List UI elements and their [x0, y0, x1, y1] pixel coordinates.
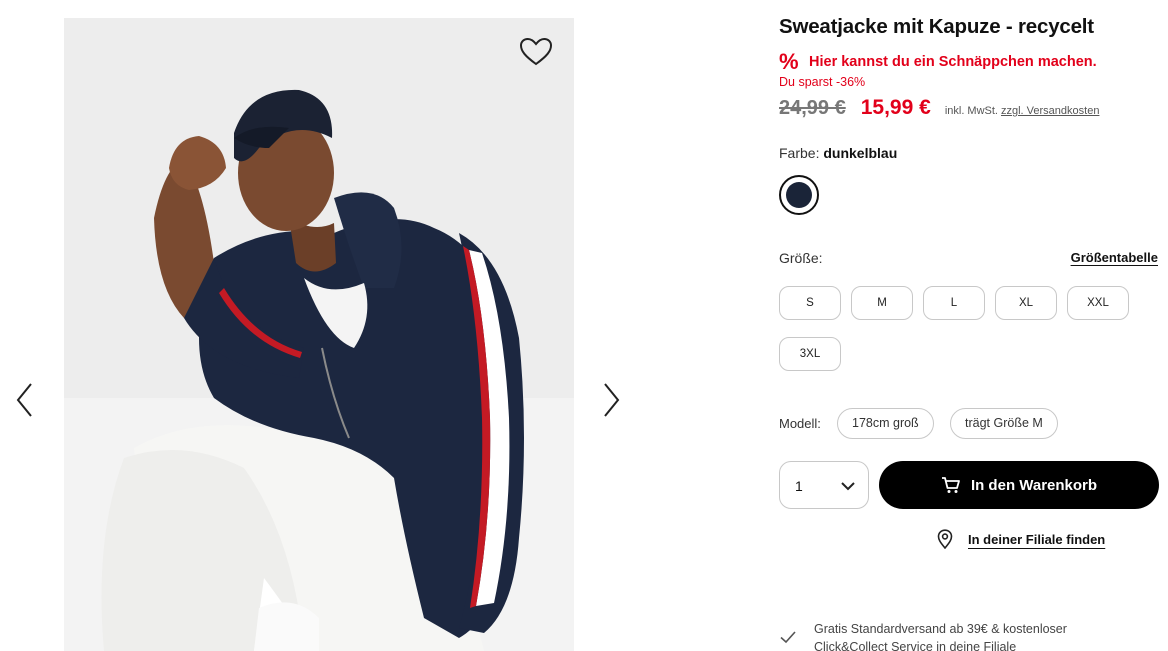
quantity-select[interactable]: 1: [779, 461, 869, 509]
price-row: 24,99 € 15,99 € inkl. MwSt. zzgl. Versan…: [779, 96, 1099, 120]
cart-icon: [941, 477, 960, 493]
add-to-cart-label: In den Warenkorb: [970, 476, 1098, 494]
size-button-xxl[interactable]: XXL: [1067, 286, 1129, 320]
deal-text: Hier kannst du ein Schnäppchen machen.: [809, 54, 1097, 70]
deal-banner: % Hier kannst du ein Schnäppchen machen.: [779, 51, 1097, 73]
find-in-store-link[interactable]: In deiner Filiale finden: [935, 529, 1105, 549]
color-swatch-dunkelblau[interactable]: [779, 175, 819, 215]
savings-text: Du sparst -36%: [779, 75, 866, 89]
quantity-value: 1: [795, 478, 803, 494]
product-image[interactable]: [64, 18, 574, 651]
size-button-3xl[interactable]: 3XL: [779, 337, 841, 371]
color-value: dunkelblau: [823, 145, 898, 161]
model-height-chip: 178cm groß: [837, 408, 934, 439]
product-info-panel: Sweatjacke mit Kapuze - recycelt % Hier …: [779, 0, 1161, 651]
tax-note: inkl. MwSt.: [944, 105, 998, 117]
product-title: Sweatjacke mit Kapuze - recycelt: [779, 15, 1094, 38]
chevron-right-icon[interactable]: [598, 380, 624, 420]
color-label-row: Farbe: dunkelblau: [779, 145, 897, 161]
size-label: Größe:: [779, 250, 823, 266]
chevron-left-icon[interactable]: [12, 380, 38, 420]
add-to-cart-button[interactable]: In den Warenkorb: [879, 461, 1159, 509]
size-button-s[interactable]: S: [779, 286, 841, 320]
sale-price: 15,99 €: [860, 96, 931, 119]
model-label: Modell:: [779, 416, 821, 431]
size-button-l[interactable]: L: [923, 286, 985, 320]
model-size-chip: trägt Größe M: [950, 408, 1058, 439]
chevron-down-icon: [841, 482, 855, 491]
heart-icon[interactable]: [519, 36, 553, 68]
shipping-info: Gratis Standardversand ab 39€ & kostenlo…: [779, 620, 1084, 651]
percent-icon: %: [779, 49, 799, 74]
size-chart-link[interactable]: Größentabelle: [1071, 250, 1158, 265]
old-price: 24,99 €: [779, 97, 846, 119]
location-pin-icon: [937, 529, 953, 549]
model-photo-illustration: [64, 18, 574, 651]
size-button-m[interactable]: M: [851, 286, 913, 320]
color-label: Farbe:: [779, 145, 820, 161]
shipping-costs-link[interactable]: zzgl. Versandkosten: [1001, 105, 1099, 117]
shipping-text: Gratis Standardversand ab 39€ & kostenlo…: [814, 622, 1067, 651]
product-gallery: [0, 0, 640, 651]
find-in-store-label: In deiner Filiale finden: [968, 531, 1106, 547]
swatch-fill: [786, 182, 812, 208]
size-button-xl[interactable]: XL: [995, 286, 1057, 320]
check-icon: [780, 631, 796, 644]
